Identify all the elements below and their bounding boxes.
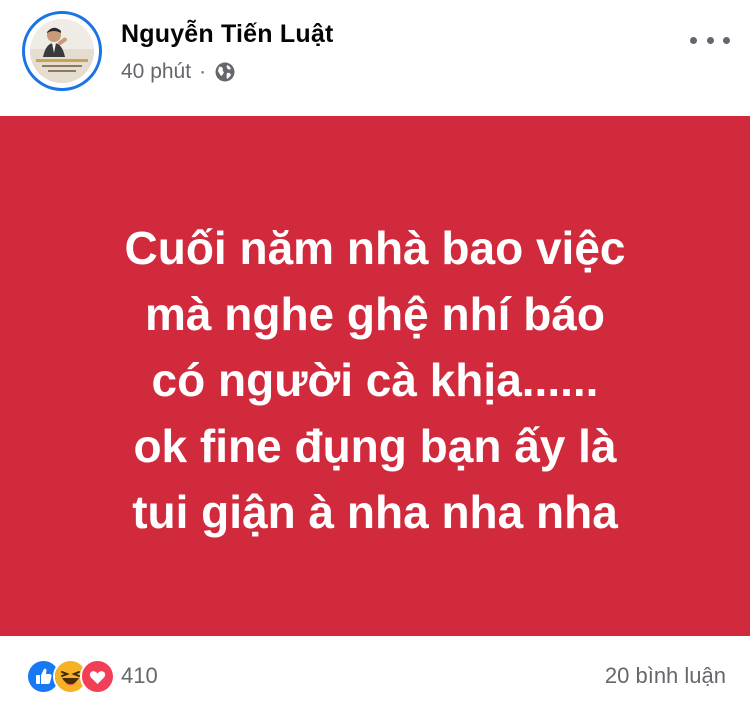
- author-name[interactable]: Nguyễn Tiến Luật: [121, 20, 333, 49]
- text-banner[interactable]: Cuối năm nhà bao việc mà nghe ghệ nhí bá…: [0, 116, 750, 636]
- post-footer: 410 20 bình luận: [0, 636, 750, 713]
- facebook-post: Nguyễn Tiến Luật 40 phút · Cuối năm nhà …: [0, 0, 750, 713]
- banner-text: Cuối năm nhà bao việc mà nghe ghệ nhí bá…: [125, 215, 626, 545]
- more-options-icon[interactable]: [690, 26, 730, 54]
- meta-separator: ·: [199, 60, 207, 83]
- banner-line: ok fine đụng bạn ấy là: [133, 420, 617, 472]
- love-icon: [80, 658, 115, 694]
- reaction-count: 410: [121, 663, 158, 688]
- more-dot: [706, 36, 714, 44]
- banner-line: có người cà khịa......: [151, 354, 599, 406]
- banner-line: Cuối năm nhà bao việc: [124, 222, 626, 274]
- reactions-summary[interactable]: 410: [26, 658, 158, 694]
- globe-icon[interactable]: [214, 61, 236, 83]
- banner-line: mà nghe ghệ nhí báo: [144, 288, 606, 340]
- post-time[interactable]: 40 phút: [121, 60, 191, 84]
- post-header: Nguyễn Tiến Luật 40 phút ·: [0, 0, 750, 116]
- comment-count[interactable]: 20 bình luận: [605, 663, 726, 689]
- more-dot: [690, 36, 697, 44]
- banner-line: tui giận à nha nha nha: [132, 486, 618, 538]
- post-meta: 40 phút ·: [121, 58, 236, 86]
- more-dot: [723, 36, 730, 44]
- avatar-image: [30, 19, 94, 83]
- avatar[interactable]: [22, 11, 102, 91]
